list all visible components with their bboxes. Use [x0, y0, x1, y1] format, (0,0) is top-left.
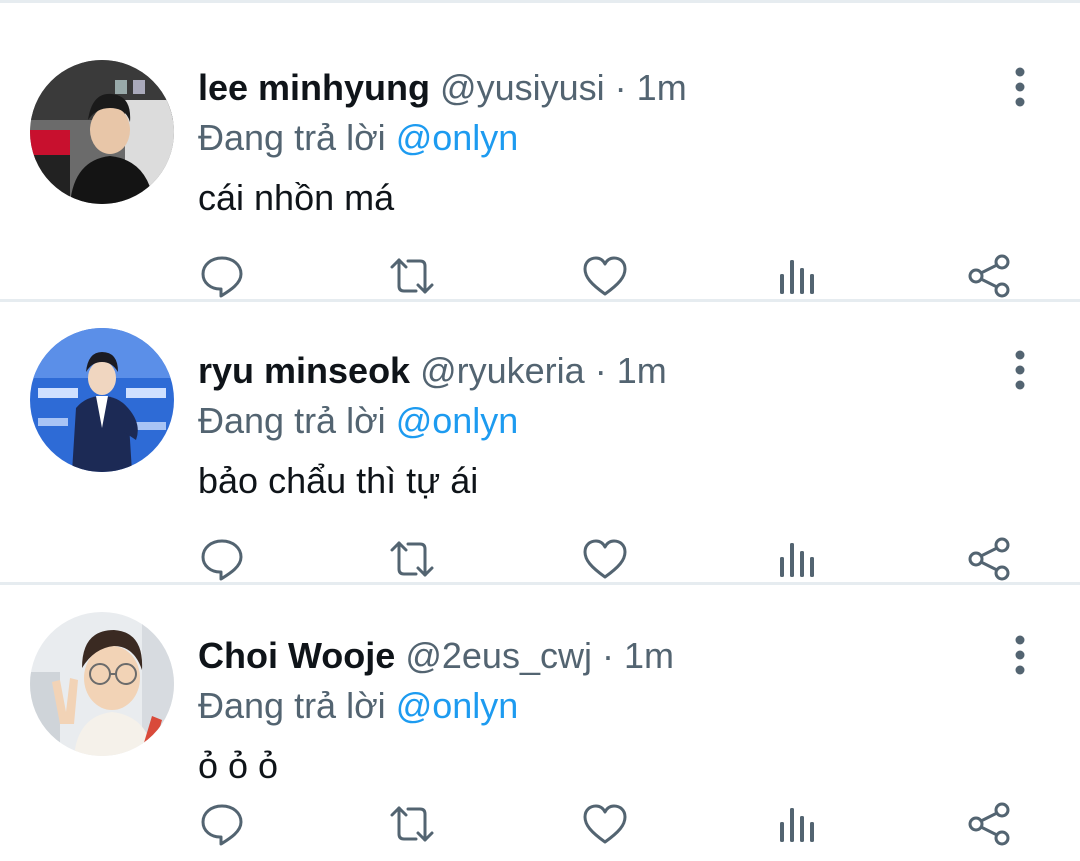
- reply-icon[interactable]: [198, 535, 246, 583]
- tweet-header: lee minhyung @yusiyusi · 1m: [198, 66, 687, 110]
- analytics-icon[interactable]: [772, 800, 820, 848]
- retweet-icon[interactable]: [388, 535, 436, 583]
- user-handle[interactable]: @yusiyusi: [440, 67, 605, 108]
- retweet-icon[interactable]: [388, 800, 436, 848]
- reply-prefix: Đang trả lời: [198, 400, 386, 441]
- reply-prefix: Đang trả lời: [198, 117, 386, 158]
- timestamp[interactable]: 1m: [624, 635, 674, 676]
- avatar[interactable]: [30, 60, 174, 204]
- user-handle[interactable]: @ryukeria: [420, 350, 585, 391]
- tweet-text: cái nhồn má: [198, 177, 395, 218]
- top-divider: [0, 0, 1080, 3]
- tweet-1[interactable]: lee minhyung @yusiyusi · 1m Đang trả lời…: [0, 20, 1080, 302]
- more-vertical-icon[interactable]: [1000, 347, 1040, 393]
- tweet-divider: [0, 582, 1080, 585]
- heart-icon[interactable]: [581, 800, 629, 848]
- reply-icon[interactable]: [198, 800, 246, 848]
- reply-mention[interactable]: @onlyn: [396, 117, 519, 158]
- reply-context: Đang trả lời @onlyn: [198, 684, 518, 728]
- heart-icon[interactable]: [581, 535, 629, 583]
- tweet-3[interactable]: Choi Wooje @2eus_cwj · 1m Đang trả lời @…: [0, 588, 1080, 861]
- retweet-icon[interactable]: [388, 252, 436, 300]
- analytics-icon[interactable]: [772, 535, 820, 583]
- display-name[interactable]: ryu minseok: [198, 350, 410, 391]
- display-name[interactable]: lee minhyung: [198, 67, 430, 108]
- share-icon[interactable]: [966, 800, 1014, 848]
- action-bar: [0, 800, 1080, 850]
- more-vertical-icon[interactable]: [1000, 64, 1040, 110]
- reply-context: Đang trả lời @onlyn: [198, 116, 518, 160]
- share-icon[interactable]: [966, 252, 1014, 300]
- tweet-header: ryu minseok @ryukeria · 1m: [198, 349, 667, 393]
- avatar[interactable]: [30, 328, 174, 472]
- tweet-header: Choi Wooje @2eus_cwj · 1m: [198, 634, 674, 678]
- analytics-icon[interactable]: [772, 252, 820, 300]
- timestamp[interactable]: 1m: [637, 67, 687, 108]
- action-bar: [0, 252, 1080, 302]
- user-handle[interactable]: @2eus_cwj: [405, 635, 592, 676]
- action-bar: [0, 535, 1080, 585]
- display-name[interactable]: Choi Wooje: [198, 635, 395, 676]
- reply-mention[interactable]: @onlyn: [396, 685, 519, 726]
- tweet-text: ỏ ỏ ỏ: [198, 745, 279, 786]
- reply-context: Đang trả lời @onlyn: [198, 399, 518, 443]
- separator: ·: [602, 635, 614, 676]
- tweet-2[interactable]: ryu minseok @ryukeria · 1m Đang trả lời …: [0, 303, 1080, 585]
- avatar[interactable]: [30, 612, 174, 756]
- tweet-divider: [0, 299, 1080, 302]
- heart-icon[interactable]: [581, 252, 629, 300]
- reply-icon[interactable]: [198, 252, 246, 300]
- reply-mention[interactable]: @onlyn: [396, 400, 519, 441]
- more-vertical-icon[interactable]: [1000, 632, 1040, 678]
- separator: ·: [594, 350, 607, 391]
- timestamp[interactable]: 1m: [617, 350, 667, 391]
- separator: ·: [614, 67, 627, 108]
- reply-prefix: Đang trả lời: [198, 685, 386, 726]
- tweet-text: bảo chẩu thì tự ái: [198, 460, 479, 501]
- share-icon[interactable]: [966, 535, 1014, 583]
